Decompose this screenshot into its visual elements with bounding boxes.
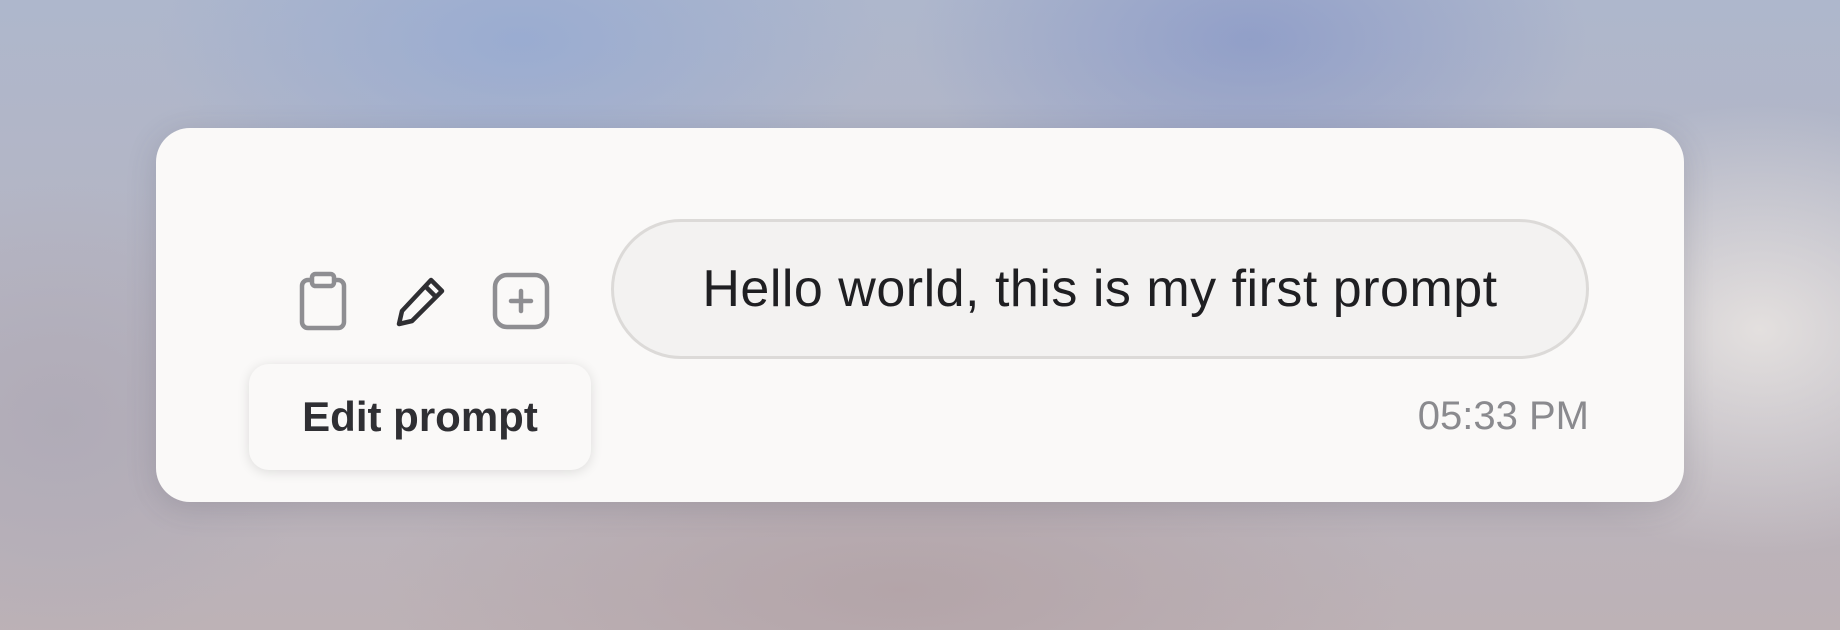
- add-button[interactable]: [485, 265, 557, 337]
- pencil-icon: [393, 273, 449, 329]
- edit-prompt-button[interactable]: [385, 265, 457, 337]
- message-timestamp: 05:33 PM: [1417, 394, 1589, 438]
- tooltip-text: Edit prompt: [302, 393, 538, 440]
- clipboard-icon: [297, 271, 349, 331]
- copy-button[interactable]: [287, 265, 359, 337]
- chat-message-card: Hello world, this is my first prompt Edi…: [156, 128, 1684, 502]
- plus-square-icon: [492, 272, 550, 330]
- message-bubble[interactable]: Hello world, this is my first prompt: [611, 219, 1589, 359]
- edit-prompt-tooltip: Edit prompt: [249, 364, 591, 470]
- message-text: Hello world, this is my first prompt: [702, 260, 1498, 318]
